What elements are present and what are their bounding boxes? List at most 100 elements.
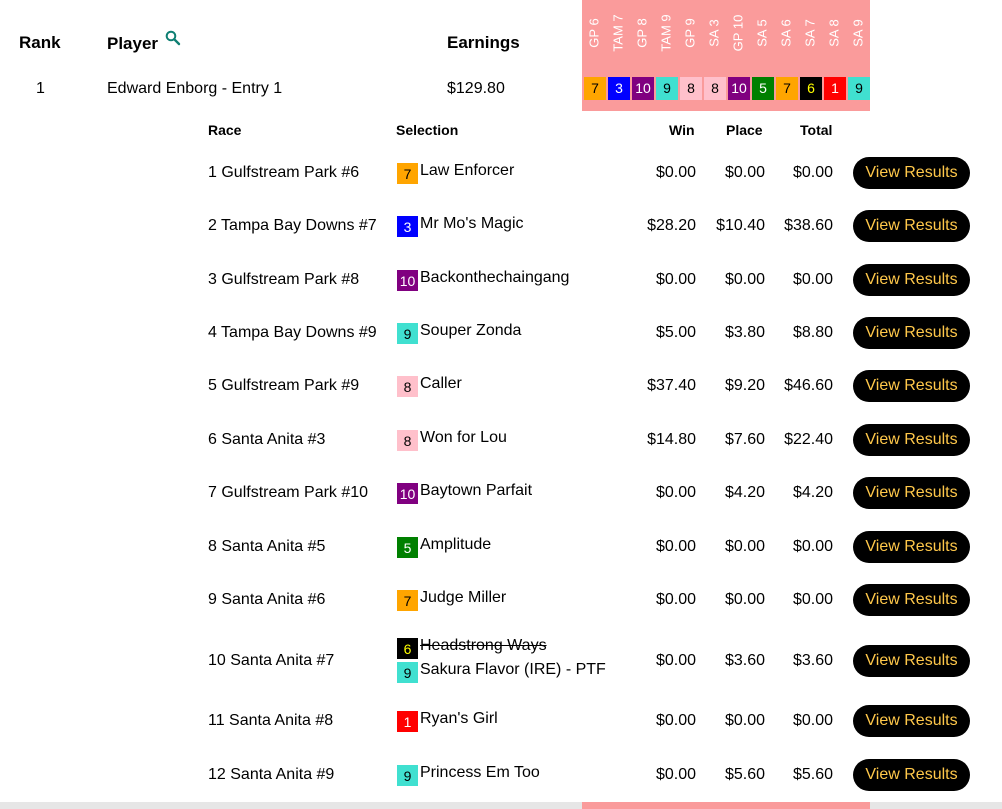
horse-number-badge: 7: [397, 590, 418, 611]
rank-header[interactable]: Rank: [19, 33, 61, 53]
total-amount: $3.60: [792, 652, 833, 669]
player-header-label: Player: [107, 34, 159, 53]
place-amount: $0.00: [724, 712, 765, 729]
place-amount: $0.00: [724, 538, 765, 555]
race-header-label: SA 8: [826, 19, 842, 47]
win-amount: $0.00: [655, 164, 696, 181]
player-rank: 1: [36, 80, 45, 97]
total-amount: $0.00: [792, 164, 833, 181]
race-header: GP 6: [582, 2, 606, 64]
horse-number-badge: 5: [397, 537, 418, 558]
selection-chip: 7: [776, 77, 798, 100]
race-header-label: GP 6: [586, 18, 602, 48]
selection-col-header: Selection: [396, 122, 459, 138]
place-amount: $0.00: [724, 271, 765, 288]
race-header: SA 5: [750, 2, 774, 64]
horse-number-badge: 9: [397, 662, 418, 683]
win-amount: $5.00: [655, 324, 696, 341]
place-amount: $10.40: [716, 217, 765, 234]
total-amount: $38.60: [784, 217, 833, 234]
horse-name: Backonthechaingang: [420, 269, 570, 286]
horse-name: Ryan's Girl: [420, 710, 498, 727]
win-amount: $28.20: [647, 217, 696, 234]
race-header: GP 9: [678, 2, 702, 64]
view-results-button[interactable]: View Results: [853, 317, 970, 349]
place-amount: $9.20: [724, 377, 765, 394]
view-results-button[interactable]: View Results: [853, 424, 970, 456]
win-amount: $0.00: [655, 271, 696, 288]
race-header: SA 6: [774, 2, 798, 64]
player-header[interactable]: Player: [107, 30, 181, 54]
horse-name: Amplitude: [420, 536, 492, 553]
win-amount: $14.80: [647, 431, 696, 448]
total-amount: $0.00: [792, 591, 833, 608]
race-header-label: TAM 9: [658, 14, 674, 52]
race-name: 8 Santa Anita #5: [208, 538, 326, 555]
total-amount: $5.60: [792, 766, 833, 783]
race-name: 2 Tampa Bay Downs #7: [208, 217, 377, 234]
horse-number-badge: 10: [397, 483, 418, 504]
selection-chip: 10: [728, 77, 750, 100]
horse-name: Headstrong Ways: [420, 637, 547, 654]
horse-name: Mr Mo's Magic: [420, 215, 524, 232]
horse-number-badge: 8: [397, 430, 418, 451]
view-results-button[interactable]: View Results: [853, 645, 970, 677]
win-amount: $0.00: [655, 591, 696, 608]
view-results-button[interactable]: View Results: [853, 705, 970, 737]
place-amount: $4.20: [724, 484, 765, 501]
selection-chip: 7: [584, 77, 606, 100]
race-header-label: GP 10: [730, 14, 746, 52]
win-amount: $0.00: [655, 538, 696, 555]
race-name: 12 Santa Anita #9: [208, 766, 335, 783]
view-results-button[interactable]: View Results: [853, 584, 970, 616]
place-amount: $7.60: [724, 431, 765, 448]
place-amount: $3.80: [724, 324, 765, 341]
race-header-label: TAM 7: [610, 14, 626, 52]
place-amount: $0.00: [724, 591, 765, 608]
selection-chip: 6: [800, 77, 822, 100]
race-headers: GP 6 TAM 7 GP 8 TAM 9 GP 9 SA 3 GP 10 SA 5 SA 6 S…: [582, 0, 870, 64]
race-col-header: Race: [208, 122, 242, 138]
view-results-button[interactable]: View Results: [853, 370, 970, 402]
total-amount: $0.00: [792, 271, 833, 288]
horse-name: Souper Zonda: [420, 322, 522, 339]
race-header: SA 7: [798, 2, 822, 64]
horse-number-badge: 1: [397, 711, 418, 732]
view-results-button[interactable]: View Results: [853, 210, 970, 242]
win-amount: $0.00: [655, 652, 696, 669]
horse-name: Won for Lou: [420, 429, 507, 446]
place-col-header: Place: [726, 122, 763, 138]
race-name: 3 Gulfstream Park #8: [208, 271, 360, 288]
race-header-label: SA 6: [778, 19, 794, 47]
total-amount: $8.80: [792, 324, 833, 341]
race-header: SA 8: [822, 2, 846, 64]
horse-name: Baytown Parfait: [420, 482, 533, 499]
place-amount: $3.60: [724, 652, 765, 669]
view-results-button[interactable]: View Results: [853, 477, 970, 509]
selection-chip: 8: [680, 77, 702, 100]
view-results-button[interactable]: View Results: [853, 157, 970, 189]
view-results-button[interactable]: View Results: [853, 264, 970, 296]
earnings-header[interactable]: Earnings: [447, 33, 520, 53]
total-amount: $0.00: [792, 712, 833, 729]
selection-chip: 10: [632, 77, 654, 100]
horse-name: Princess Em Too: [420, 764, 540, 781]
horse-number-badge: 9: [397, 765, 418, 786]
win-amount: $37.40: [647, 377, 696, 394]
race-header: TAM 9: [654, 2, 678, 64]
race-header-label: SA 9: [850, 19, 866, 47]
view-results-button[interactable]: View Results: [853, 531, 970, 563]
player-name[interactable]: Edward Enborg - Entry 1: [107, 80, 282, 98]
race-name: 11 Santa Anita #8: [208, 712, 334, 729]
race-name: 9 Santa Anita #6: [208, 591, 326, 608]
horse-name: Law Enforcer: [420, 162, 515, 179]
race-name: 10 Santa Anita #7: [208, 652, 335, 669]
search-icon[interactable]: [165, 30, 181, 51]
view-results-button[interactable]: View Results: [853, 759, 970, 791]
race-header-label: SA 5: [754, 19, 770, 47]
horse-number-badge: 7: [397, 163, 418, 184]
total-amount: $4.20: [792, 484, 833, 501]
race-header-label: GP 9: [682, 18, 698, 48]
selection-chip: 1: [824, 77, 846, 100]
place-amount: $0.00: [724, 164, 765, 181]
